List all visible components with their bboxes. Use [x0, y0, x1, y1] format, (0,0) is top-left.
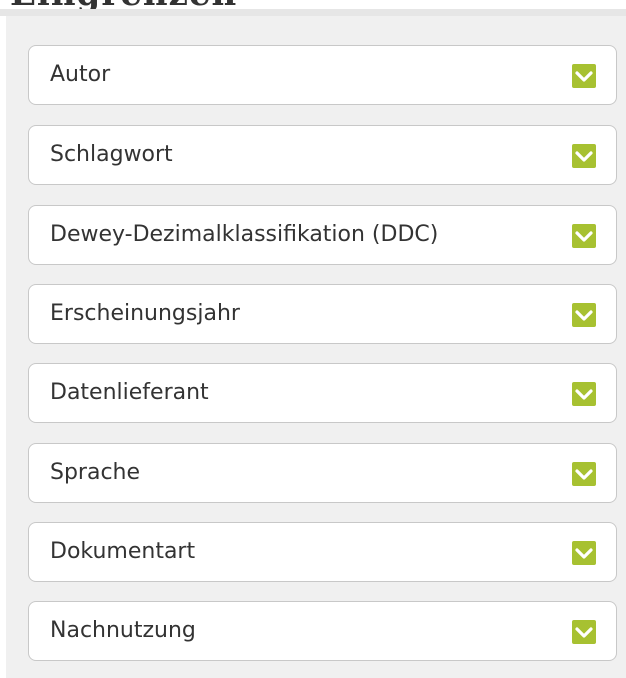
facet-autor[interactable]: Autor — [28, 45, 617, 105]
facet-ddc[interactable]: Dewey-Dezimalklassifikation (DDC) — [28, 205, 617, 265]
facet-label: Sprache — [50, 460, 141, 485]
facet-schlagwort[interactable]: Schlagwort — [28, 125, 617, 185]
facet-panel: Autor Schlagwort Dewey-Dezimalklassifika… — [6, 16, 626, 678]
chevron-down-icon[interactable] — [572, 620, 596, 644]
chevron-down-icon[interactable] — [572, 382, 596, 406]
facet-label: Erscheinungsjahr — [50, 301, 240, 326]
facet-label: Schlagwort — [50, 142, 173, 167]
chevron-down-icon[interactable] — [572, 541, 596, 565]
chevron-down-icon[interactable] — [572, 462, 596, 486]
facet-sprache[interactable]: Sprache — [28, 443, 617, 503]
sidebar-header: Eingrenzen — [0, 0, 626, 16]
facet-datenlieferant[interactable]: Datenlieferant — [28, 363, 617, 423]
facet-erscheinungsjahr[interactable]: Erscheinungsjahr — [28, 284, 617, 344]
facet-label: Autor — [50, 62, 111, 87]
facet-nachnutzung[interactable]: Nachnutzung — [28, 601, 617, 661]
facet-label: Nachnutzung — [50, 618, 196, 643]
chevron-down-icon[interactable] — [572, 224, 596, 248]
chevron-down-icon[interactable] — [572, 144, 596, 168]
facet-dokumentart[interactable]: Dokumentart — [28, 522, 617, 582]
chevron-down-icon[interactable] — [572, 64, 596, 88]
facet-label: Dokumentart — [50, 539, 196, 564]
facet-label: Dewey-Dezimalklassifikation (DDC) — [50, 222, 439, 247]
chevron-down-icon[interactable] — [572, 303, 596, 327]
header-divider — [0, 9, 626, 16]
facet-label: Datenlieferant — [50, 380, 209, 405]
